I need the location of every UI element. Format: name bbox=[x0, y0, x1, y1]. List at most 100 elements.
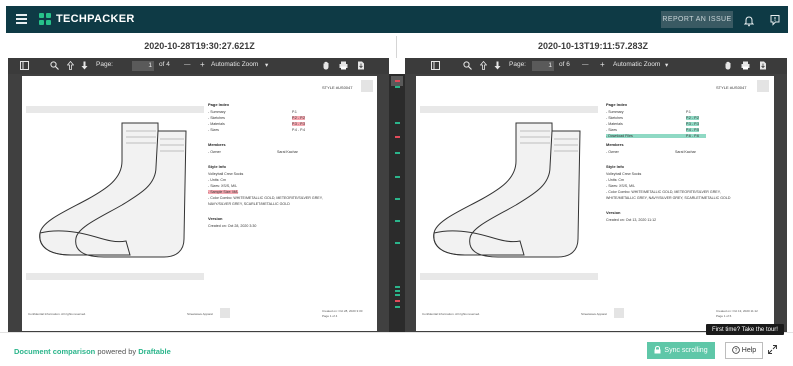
index-label: - Summary bbox=[606, 110, 624, 114]
page-label: Page: bbox=[96, 61, 113, 68]
right-document-viewer[interactable]: STYLE #US0047 Page Index - Summary P.1 -… bbox=[405, 74, 787, 332]
print-icon[interactable] bbox=[741, 61, 750, 72]
page-number-input[interactable]: 1 bbox=[532, 61, 554, 71]
index-value: P.1 bbox=[686, 110, 691, 114]
help-label: Help bbox=[741, 347, 757, 354]
sample-size-deleted: - Sample Size: M/L bbox=[208, 190, 239, 194]
techpacker-logo-icon bbox=[39, 13, 51, 25]
help-button[interactable]: ? Help bbox=[725, 342, 763, 359]
footer-band bbox=[26, 273, 204, 280]
draftable-link[interactable]: Draftable bbox=[138, 347, 171, 356]
help-icon: ? bbox=[731, 345, 740, 356]
footer-created: Created on: Oct 28, 2020 3:30 bbox=[322, 309, 363, 313]
search-icon[interactable] bbox=[463, 61, 472, 72]
previous-page-icon[interactable] bbox=[479, 60, 488, 72]
style-number: STYLE #US0047 bbox=[322, 85, 353, 90]
owner-label: - Owner bbox=[606, 150, 619, 154]
footer-created: Created on: Oct 13, 2020 11:12 bbox=[716, 309, 758, 313]
sync-scrolling-button[interactable]: Sync scrolling bbox=[647, 342, 715, 359]
chat-icon[interactable] bbox=[769, 13, 781, 26]
svg-text:?: ? bbox=[734, 348, 737, 354]
zoom-out-button[interactable]: — bbox=[582, 61, 589, 68]
sock-sketch-image bbox=[39, 122, 187, 258]
index-value-changed: P.2 - P.2 bbox=[686, 116, 700, 120]
zoom-in-button[interactable]: + bbox=[600, 60, 605, 69]
next-page-icon[interactable] bbox=[81, 61, 88, 72]
change-minimap[interactable] bbox=[389, 74, 405, 332]
search-icon[interactable] bbox=[50, 61, 59, 72]
menu-icon[interactable] bbox=[16, 14, 27, 24]
color-combo: - Color Combo: WHITE/METALLIC GOLD, METE… bbox=[208, 196, 323, 200]
header-band bbox=[420, 106, 598, 113]
sock-sketch-image bbox=[433, 122, 581, 258]
index-value-added: P.6 - P.6 bbox=[686, 134, 700, 138]
hand-tool-icon[interactable] bbox=[322, 61, 330, 72]
company-logo-icon bbox=[757, 80, 769, 92]
footer-confidential: Confidential Information. All rights res… bbox=[28, 312, 87, 316]
report-issue-button[interactable]: REPORT AN ISSUE bbox=[661, 11, 733, 28]
brand-name: TECHPACKER bbox=[56, 13, 135, 25]
index-value: P.4 - P.4 bbox=[292, 128, 306, 132]
index-value-changed: P.2 - P.2 bbox=[292, 116, 306, 120]
chevron-down-icon[interactable]: ▾ bbox=[665, 61, 668, 69]
sizes: - Sizes: XS/S, M/L bbox=[208, 184, 238, 188]
lock-icon bbox=[654, 345, 661, 356]
footer-confidential: Confidential Information. All rights res… bbox=[422, 312, 481, 316]
right-pdf-toolbar: Page: 1 of 6 — + Automatic Zoom ▾ bbox=[405, 58, 787, 74]
page-total: of 6 bbox=[559, 61, 570, 68]
download-icon[interactable] bbox=[357, 61, 365, 72]
right-version-timestamp: 2020-10-13T19:11:57.283Z bbox=[537, 41, 649, 51]
owner-name: Sarai Kachar bbox=[675, 150, 696, 154]
powered-by-text: Document comparison powered by Draftable bbox=[14, 347, 171, 356]
index-label: - Sizes bbox=[606, 128, 617, 132]
zoom-out-button[interactable]: — bbox=[184, 61, 191, 68]
index-label: - Materials bbox=[208, 122, 225, 126]
index-label: - Summary bbox=[208, 110, 226, 114]
color-combo-cont: WHITE/METALLIC GREY, NAVY/SILVER GREY, S… bbox=[606, 196, 731, 200]
powered-mid: powered by bbox=[97, 347, 137, 356]
style-info-title: Style Info bbox=[606, 164, 625, 169]
index-value-changed: P.3 - P.3 bbox=[686, 122, 700, 126]
divider bbox=[396, 36, 397, 58]
right-pdf-page: STYLE #US0047 Page Index - Summary P.1 -… bbox=[416, 76, 774, 331]
sidebar-toggle-icon[interactable] bbox=[20, 61, 29, 72]
left-version-timestamp: 2020-10-28T19:30:27.621Z bbox=[144, 41, 255, 51]
powered-doc-link[interactable]: Document comparison bbox=[14, 347, 95, 356]
previous-page-icon[interactable] bbox=[66, 60, 75, 72]
app-header: TECHPACKER REPORT AN ISSUE bbox=[6, 6, 788, 33]
sync-scrolling-label: Sync scrolling bbox=[664, 347, 708, 354]
left-pdf-page: STYLE #US0047 Page Index - Summary P.1 -… bbox=[22, 76, 377, 331]
page-index-title: Page Index bbox=[606, 102, 628, 107]
style-number: STYLE #US0047 bbox=[716, 85, 747, 90]
next-page-icon[interactable] bbox=[494, 61, 501, 72]
zoom-select[interactable]: Automatic Zoom bbox=[211, 61, 258, 68]
download-icon[interactable] bbox=[759, 61, 767, 72]
chevron-down-icon[interactable]: ▾ bbox=[265, 61, 268, 69]
units: - Units: Cm bbox=[606, 178, 624, 182]
bell-icon[interactable] bbox=[743, 14, 755, 32]
page-number-input[interactable]: 1 bbox=[132, 61, 154, 71]
created-on: Created on: Oct 28, 2020 3:30 bbox=[208, 224, 257, 228]
members-title: Members bbox=[606, 142, 624, 147]
footer-company: Streetwave Apparel bbox=[187, 312, 214, 316]
left-pdf-toolbar: Page: 1 of 4 — + Automatic Zoom ▾ bbox=[8, 58, 389, 74]
print-icon[interactable] bbox=[339, 61, 348, 72]
zoom-in-button[interactable]: + bbox=[200, 60, 205, 69]
footer-company: Streetwave Apparel bbox=[581, 312, 608, 316]
fullscreen-icon[interactable] bbox=[768, 345, 777, 356]
left-document-viewer[interactable]: STYLE #US0047 Page Index - Summary P.1 -… bbox=[8, 74, 389, 332]
sidebar-toggle-icon[interactable] bbox=[431, 61, 440, 72]
zoom-select[interactable]: Automatic Zoom bbox=[613, 61, 660, 68]
footer-logo-icon bbox=[220, 308, 230, 318]
index-label: - Sizes bbox=[208, 128, 219, 132]
tour-tooltip[interactable]: First time? Take the tour! bbox=[706, 324, 784, 335]
index-label: - Materials bbox=[606, 122, 623, 126]
members-title: Members bbox=[208, 142, 226, 147]
units: - Units: Cm bbox=[208, 178, 226, 182]
index-value: P.1 bbox=[292, 110, 297, 114]
owner-label: - Owner bbox=[208, 150, 221, 154]
index-value-changed: P.4 - P.5 bbox=[686, 128, 700, 132]
hand-tool-icon[interactable] bbox=[724, 61, 732, 72]
version-title: Version bbox=[208, 216, 223, 221]
footer-band bbox=[420, 273, 598, 280]
